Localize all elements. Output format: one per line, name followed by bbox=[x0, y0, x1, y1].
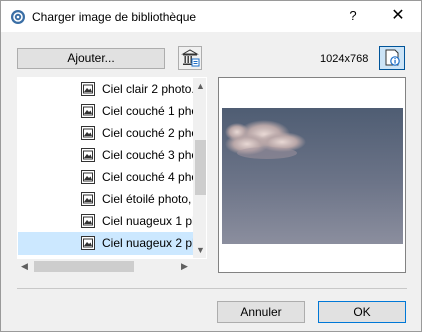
list-item-label: Ciel nuageux 2 ph bbox=[102, 236, 193, 250]
scroll-down-icon[interactable]: ▼ bbox=[193, 243, 206, 258]
image-file-icon bbox=[81, 192, 95, 206]
list-vertical-scrollbar[interactable]: ▲ ▼ bbox=[193, 78, 206, 258]
scroll-up-icon[interactable]: ▲ bbox=[193, 79, 206, 94]
resolution-label: 1024x768 bbox=[320, 53, 369, 65]
sky-preview-image bbox=[222, 108, 403, 244]
list-item[interactable]: Ciel couché 1 pho bbox=[18, 100, 193, 123]
list-item[interactable]: Ciel couché 2 pho bbox=[18, 122, 193, 145]
image-file-icon bbox=[81, 214, 95, 228]
image-file-icon bbox=[81, 236, 95, 250]
window-title: Charger image de bibliothèque bbox=[32, 10, 197, 24]
list-item-label: Ciel couché 2 pho bbox=[102, 126, 193, 140]
image-list[interactable]: Ciel clair 2 photo. Ciel couché 1 pho Ci… bbox=[17, 77, 207, 259]
list-item[interactable]: Ciel couché 3 pho bbox=[18, 144, 193, 167]
load-library-image-dialog: Charger image de bibliothèque ? ✕ Ajoute… bbox=[0, 0, 422, 332]
image-file-icon bbox=[81, 82, 95, 96]
list-item-label: Ciel clair 2 photo. bbox=[102, 82, 193, 96]
library-button[interactable] bbox=[178, 46, 202, 70]
scroll-left-icon[interactable]: ◀ bbox=[17, 259, 32, 274]
image-file-icon bbox=[81, 148, 95, 162]
list-item-label: Ciel couché 3 pho bbox=[102, 148, 193, 162]
list-item[interactable]: Ciel étoilé photo, bbox=[18, 188, 193, 211]
footer-separator bbox=[17, 288, 407, 289]
vertical-scroll-thumb[interactable] bbox=[195, 140, 206, 195]
close-button[interactable]: ✕ bbox=[386, 5, 410, 27]
list-item-selected[interactable]: Ciel nuageux 2 ph bbox=[18, 232, 193, 255]
image-file-icon bbox=[81, 104, 95, 118]
add-button[interactable]: Ajouter... bbox=[17, 48, 165, 69]
title-bar: Charger image de bibliothèque ? ✕ bbox=[1, 1, 421, 32]
list-item-label: Ciel couché 1 pho bbox=[102, 104, 193, 118]
image-preview-frame bbox=[218, 77, 406, 273]
help-button[interactable]: ? bbox=[341, 5, 365, 27]
ok-button[interactable]: OK bbox=[318, 301, 406, 323]
horizontal-scroll-thumb[interactable] bbox=[34, 261, 134, 272]
image-file-icon bbox=[81, 126, 95, 140]
cancel-button[interactable]: Annuler bbox=[217, 301, 305, 323]
list-item-label: Ciel couché 4 pho bbox=[102, 170, 193, 184]
image-file-icon bbox=[81, 170, 95, 184]
archicad-app-icon bbox=[11, 10, 25, 24]
list-item-label: Ciel nuageux 1 ph bbox=[102, 214, 193, 228]
list-item[interactable]: Ciel nuageux 1 ph bbox=[18, 210, 193, 233]
list-item-label: Ciel étoilé photo, bbox=[102, 192, 192, 206]
scroll-right-icon[interactable]: ▶ bbox=[177, 259, 192, 274]
list-item[interactable]: Ciel clair 2 photo. bbox=[18, 78, 193, 101]
list-horizontal-scrollbar[interactable]: ◀ ▶ bbox=[17, 259, 192, 274]
list-item[interactable]: Ciel couché 4 pho bbox=[18, 166, 193, 189]
preview-info-icon bbox=[385, 49, 400, 66]
library-building-icon bbox=[181, 49, 200, 67]
preview-info-button[interactable] bbox=[379, 46, 405, 70]
